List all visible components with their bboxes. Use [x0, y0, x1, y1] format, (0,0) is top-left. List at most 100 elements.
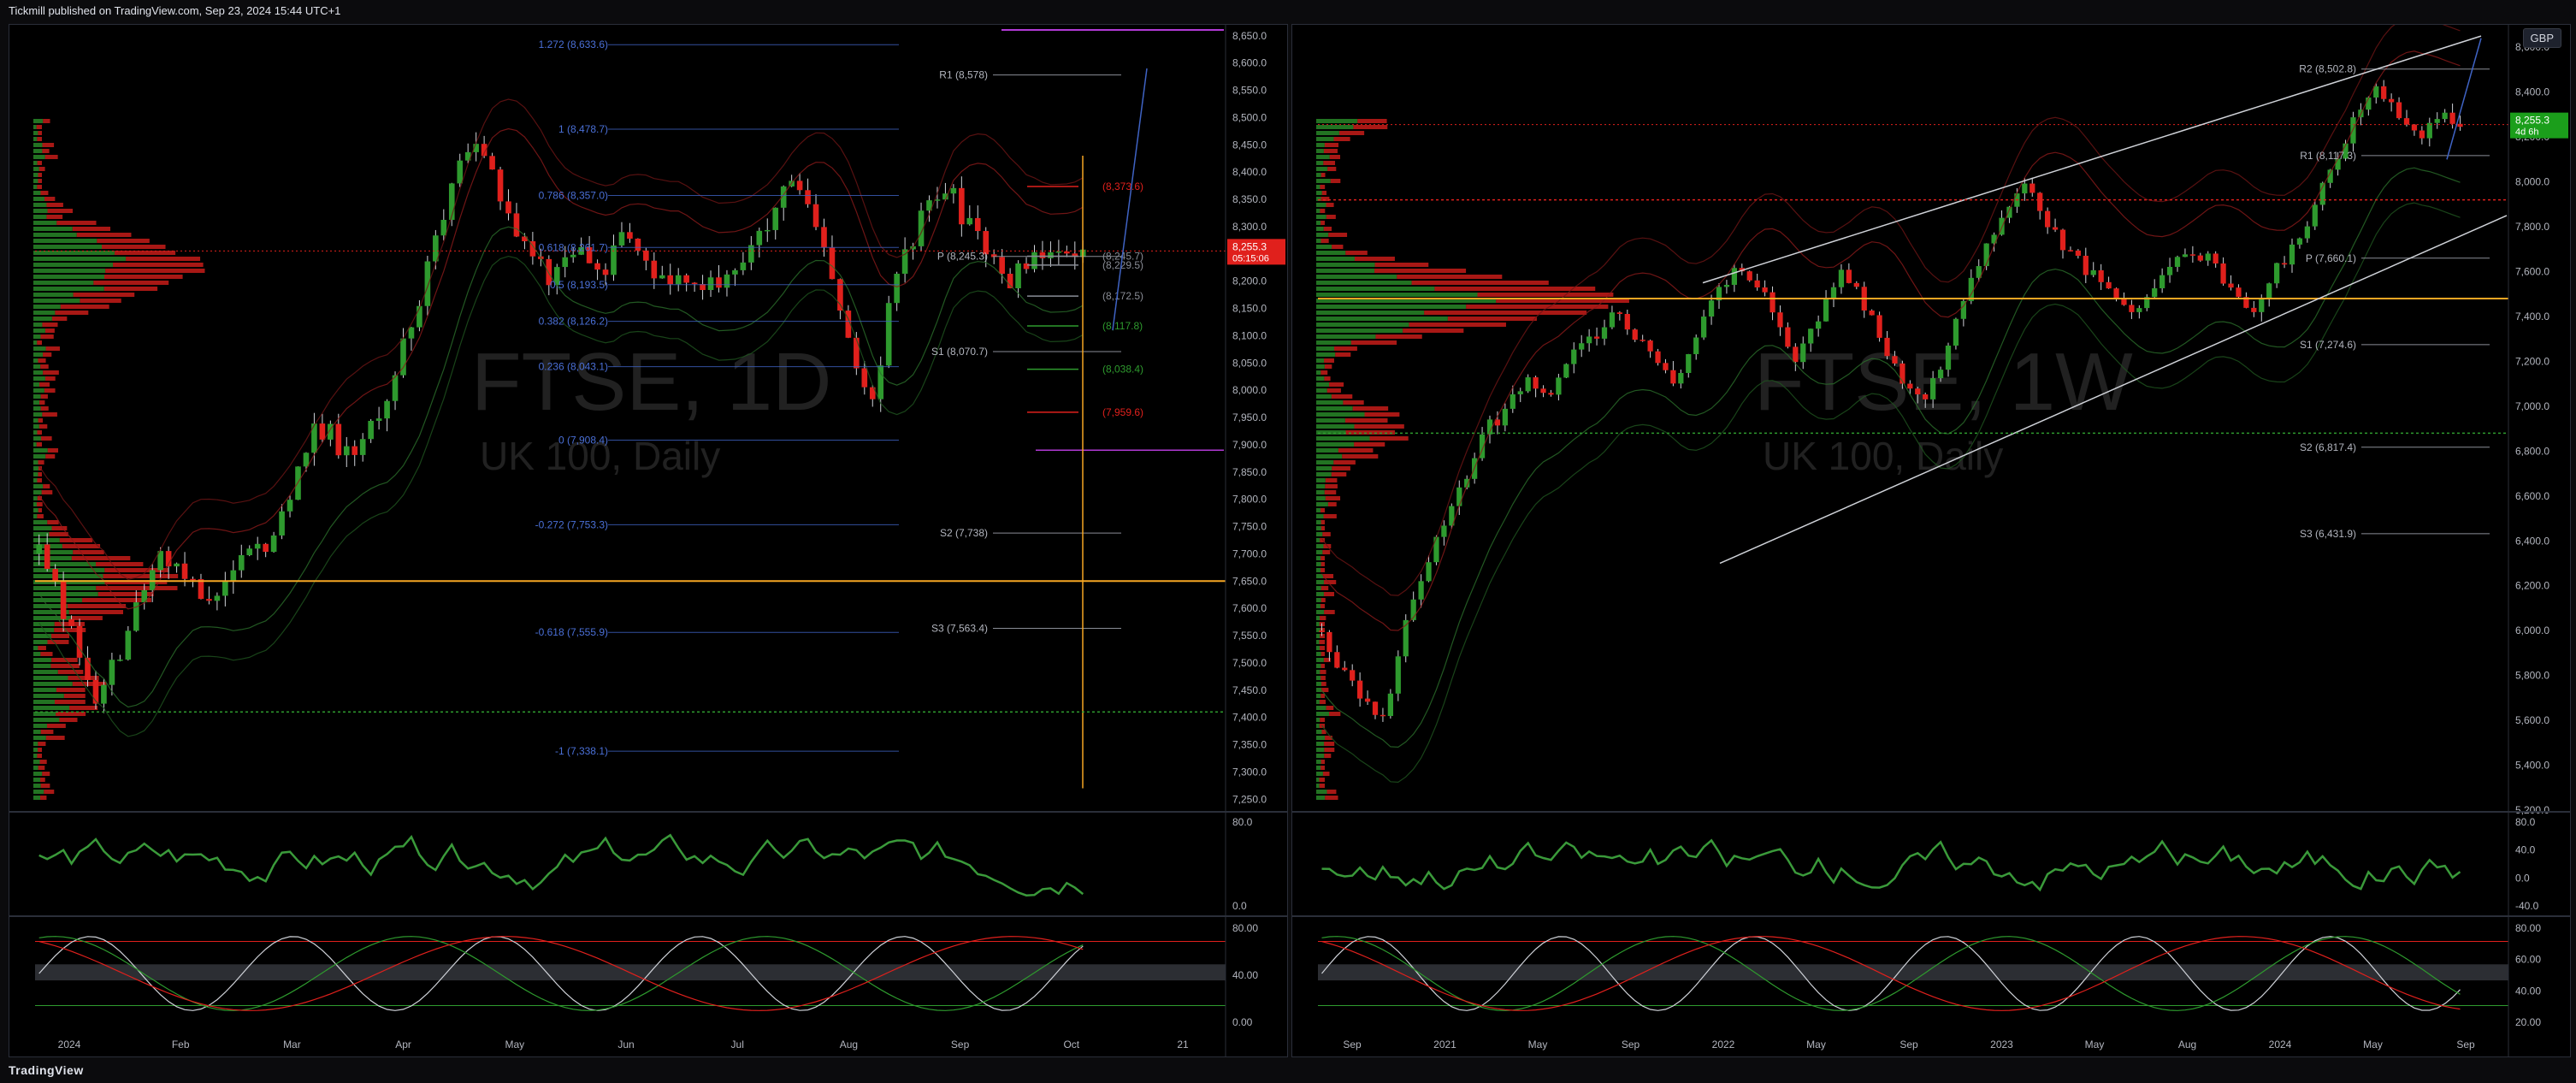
time-axis-label: 2024: [58, 1039, 81, 1050]
volume-profile-down-bar: [68, 676, 99, 680]
volume-profile-down-bar: [1320, 520, 1325, 524]
volume-profile-up-bar: [1316, 736, 1326, 740]
candle-body: [1907, 383, 1913, 389]
volume-profile-up-bar: [1316, 604, 1321, 608]
candle-body: [562, 257, 569, 268]
volume-profile-down-bar: [40, 796, 47, 800]
candle-body: [198, 579, 204, 600]
candle-body: [1326, 631, 1332, 653]
candle-body: [125, 630, 132, 660]
candle-body: [174, 563, 180, 567]
volume-profile-up-bar: [33, 652, 41, 656]
right-chart-panel[interactable]: 8,600.08,400.08,200.08,000.07,800.07,600…: [1291, 15, 2571, 1057]
candle-body: [796, 180, 803, 191]
candle-body: [894, 273, 900, 304]
volume-profile-down-bar: [51, 317, 68, 321]
candle-body: [2403, 118, 2410, 125]
volume-profile-down-bar: [1319, 784, 1325, 788]
candle-body: [190, 578, 196, 581]
candle-body: [2220, 263, 2226, 284]
price-axis-label: 5,400.0: [2515, 760, 2549, 772]
candle-body: [2381, 86, 2387, 99]
candle-body: [214, 595, 221, 601]
candle-body: [2029, 183, 2035, 193]
volume-profile-up-bar: [33, 790, 44, 794]
volume-profile-down-bar: [1320, 604, 1325, 608]
candle-body: [1372, 701, 1379, 715]
osc1-axis-label: -40.0: [2515, 900, 2539, 912]
candle-body: [1800, 343, 1806, 363]
price-axis-label: 7,200.0: [2515, 355, 2549, 367]
volume-profile-down-bar: [37, 514, 44, 518]
volume-profile-up-bar: [1316, 125, 1354, 129]
candle-body: [2304, 226, 2310, 239]
tradingview-logo[interactable]: TradingView: [9, 1057, 84, 1083]
left-chart-panel[interactable]: 8,650.0 8,600.0 8,550.0 8,500.0 8,450.0 8,400…: [9, 24, 1288, 1057]
volume-profile-up-bar: [33, 658, 52, 662]
candle-body: [1418, 581, 1424, 600]
stochastic-band: [1318, 964, 2508, 981]
volume-profile-up-bar: [33, 257, 127, 261]
volume-profile-up-bar: [1316, 544, 1324, 548]
volume-profile-up-bar: [33, 718, 60, 722]
volume-profile-down-bar: [1327, 502, 1337, 506]
volume-profile-up-bar: [1316, 376, 1325, 381]
candle-body: [335, 423, 342, 456]
candle-body: [2419, 130, 2425, 139]
volume-profile-down-bar: [93, 281, 169, 285]
volume-profile-down-bar: [40, 394, 48, 399]
level-label: (8,229.5): [1102, 259, 1143, 271]
currency-button[interactable]: GBP: [2522, 28, 2561, 48]
volume-profile-down-bar: [1357, 119, 1387, 123]
candle-body: [489, 156, 495, 170]
candle-body: [1701, 317, 1707, 338]
candle-body: [2129, 305, 2135, 312]
volume-profile-up-bar: [1316, 730, 1322, 734]
volume-profile-down-bar: [1328, 233, 1348, 237]
osc1-axis-label: 80.0: [1232, 816, 1253, 828]
candle-body: [1678, 373, 1684, 384]
volume-profile-up-bar: [33, 520, 48, 524]
pivot-label: P (7,660.1): [2306, 252, 2356, 264]
volume-profile-down-bar: [59, 718, 78, 722]
volume-profile-up-bar: [33, 772, 43, 776]
candle-body: [1342, 667, 1348, 671]
candle-body: [2197, 255, 2203, 261]
candle-body: [1686, 353, 1692, 374]
volume-profile-down-bar: [1320, 598, 1326, 602]
candle-body: [1624, 314, 1630, 330]
volume-profile-up-bar: [33, 574, 103, 578]
price-axis-label: 7,950.0: [1232, 411, 1267, 423]
candle-body: [1876, 315, 1882, 338]
volume-profile-up-bar: [1316, 119, 1358, 123]
volume-profile-down-bar: [1332, 466, 1350, 470]
candle-body: [1915, 388, 1921, 394]
volume-profile-down-bar: [38, 742, 46, 746]
volume-profile-up-bar: [1316, 538, 1320, 542]
candle-body: [966, 217, 973, 225]
volume-profile-up-bar: [1316, 682, 1321, 686]
volume-profile-down-bar: [105, 269, 205, 273]
volume-profile-down-bar: [40, 778, 45, 782]
candle-body: [36, 544, 43, 554]
volume-profile-up-bar: [33, 275, 104, 279]
volume-profile-up-bar: [1316, 370, 1321, 375]
volume-profile-down-bar: [1345, 430, 1395, 435]
candle-body: [2174, 257, 2181, 267]
price-axis-label: 7,800.0: [1232, 494, 1267, 506]
volume-profile-up-bar: [1316, 323, 1409, 327]
volume-profile-up-bar: [33, 137, 38, 141]
candle-body: [1510, 394, 1515, 409]
left-chart-svg[interactable]: 8,650.0 8,600.0 8,550.0 8,500.0 8,450.0 8,400…: [9, 25, 1287, 1056]
right-chart-svg[interactable]: 8,600.08,400.08,200.08,000.07,800.07,600…: [1292, 15, 2570, 1056]
volume-profile-up-bar: [1316, 358, 1325, 363]
volume-profile-down-bar: [40, 191, 49, 195]
volume-profile-up-bar: [33, 472, 38, 476]
volume-profile-down-bar: [1326, 790, 1337, 794]
volume-profile-up-bar: [1316, 676, 1321, 680]
price-axis-label: 8,050.0: [1232, 357, 1267, 369]
time-axis-label: Jun: [617, 1039, 634, 1050]
volume-profile-down-bar: [55, 700, 86, 704]
volume-profile-down-bar: [40, 730, 54, 734]
candle-body: [1640, 340, 1645, 341]
